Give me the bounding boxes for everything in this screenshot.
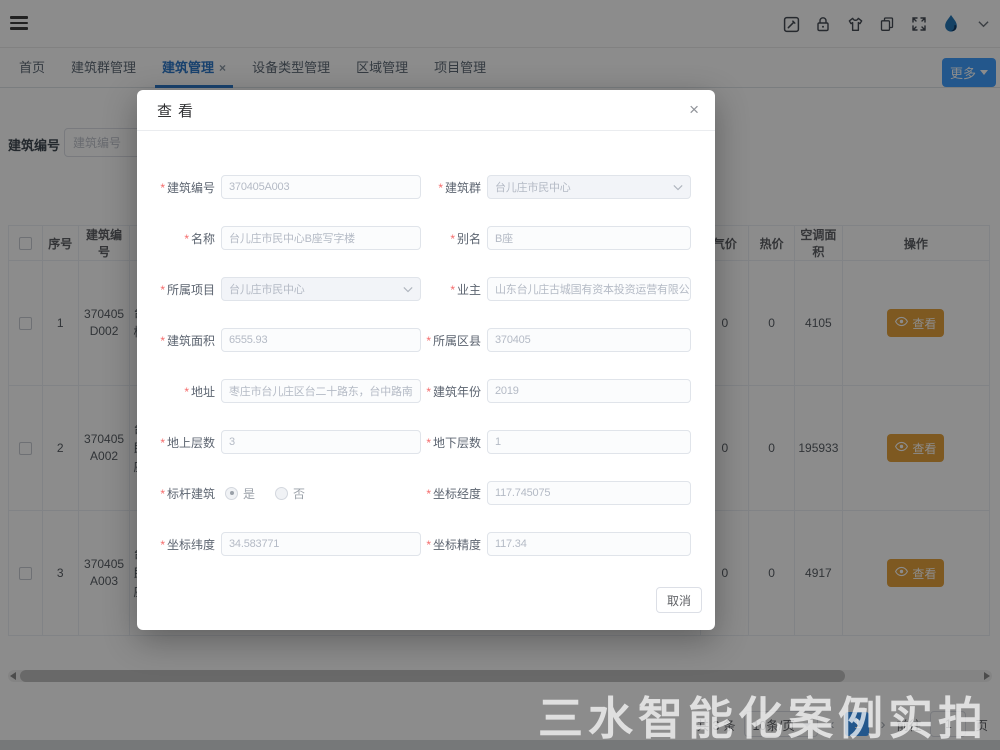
- radio-group: 是否: [225, 485, 305, 502]
- required-asterisk: *: [160, 538, 165, 552]
- field-value: 枣庄市台儿庄区台二十路东，台中路南: [229, 383, 413, 399]
- field-label: *所属区县: [423, 332, 481, 349]
- required-asterisk: *: [160, 334, 165, 348]
- field-input[interactable]: 370405: [487, 328, 691, 352]
- field-input[interactable]: 34.583771: [221, 532, 421, 556]
- field-input[interactable]: 117.745075: [487, 481, 691, 505]
- required-asterisk: *: [184, 232, 189, 246]
- field-value: 1: [495, 436, 501, 448]
- radio-unchecked-icon[interactable]: [275, 487, 288, 500]
- form-item: *建筑年份 2019: [423, 379, 699, 403]
- field-value: 370405: [495, 334, 531, 346]
- dialog-header: 查看: [137, 90, 715, 131]
- field-label: *地下层数: [423, 434, 481, 451]
- field-label: *名称: [151, 230, 215, 247]
- field-label: *业主: [423, 281, 481, 298]
- form-item: *坐标纬度 34.583771: [151, 532, 423, 556]
- watermark-text: 三水智能化案例实拍: [538, 682, 988, 747]
- dialog-title: 查看: [157, 100, 199, 121]
- radio-option[interactable]: 是: [225, 485, 255, 502]
- required-asterisk: *: [160, 181, 165, 195]
- field-input[interactable]: 枣庄市台儿庄区台二十路东，台中路南: [221, 379, 421, 403]
- dialog-form: *建筑编号370405A003*建筑群台儿庄市民中心*名称台儿庄市民中心B座写字…: [137, 131, 715, 583]
- field-label: *别名: [423, 230, 481, 247]
- field-value: 34.583771: [229, 538, 279, 550]
- radio-option-label: 否: [293, 485, 305, 502]
- dialog-footer: 取消: [656, 587, 702, 613]
- field-input[interactable]: 6555.93: [221, 328, 421, 352]
- field-label: *建筑面积: [151, 332, 215, 349]
- form-item: *坐标经度 117.745075: [423, 481, 699, 505]
- field-value: 山东台儿庄古城国有资本投资运营有限公司: [495, 281, 691, 297]
- field-label: *地址: [151, 383, 215, 400]
- form-item: *地上层数 3: [151, 430, 423, 454]
- radio-option[interactable]: 否: [275, 485, 305, 502]
- field-label: *建筑年份: [423, 383, 481, 400]
- required-asterisk: *: [160, 487, 165, 501]
- required-asterisk: *: [450, 232, 455, 246]
- required-asterisk: *: [184, 385, 189, 399]
- field-label: *所属项目: [151, 281, 215, 298]
- form-item: *名称台儿庄市民中心B座写字楼: [151, 226, 423, 250]
- required-asterisk: *: [450, 283, 455, 297]
- field-label: *建筑群: [423, 179, 481, 196]
- field-input[interactable]: 3: [221, 430, 421, 454]
- form-item: *建筑群台儿庄市民中心: [423, 175, 699, 199]
- field-label: *地上层数: [151, 434, 215, 451]
- form-item: *坐标精度 117.34: [423, 532, 699, 556]
- form-item: *标杆建筑是否: [151, 481, 423, 505]
- close-icon[interactable]: ×: [689, 100, 699, 120]
- form-item: *地下层数 1: [423, 430, 699, 454]
- form-item: *别名 B座: [423, 226, 699, 250]
- field-value: 117.745075: [495, 487, 550, 499]
- required-asterisk: *: [160, 436, 165, 450]
- field-input[interactable]: 2019: [487, 379, 691, 403]
- app-window: 首页建筑群管理建筑管理×设备类型管理区域管理项目管理 更多 建筑编号 序号 建筑…: [0, 0, 1000, 750]
- form-item: *建筑编号 370405A003: [151, 175, 423, 199]
- field-input[interactable]: B座: [487, 226, 691, 250]
- form-item: *业主山东台儿庄古城国有资本投资运营有限公司: [423, 277, 699, 301]
- field-value: 6555.93: [229, 334, 267, 346]
- required-asterisk: *: [426, 538, 431, 552]
- field-label: *标杆建筑: [151, 485, 215, 502]
- field-value: 117.34: [495, 538, 527, 550]
- field-select[interactable]: 台儿庄市民中心: [221, 277, 421, 301]
- radio-option-label: 是: [243, 485, 255, 502]
- required-asterisk: *: [160, 283, 165, 297]
- required-asterisk: *: [426, 487, 431, 501]
- required-asterisk: *: [426, 436, 431, 450]
- field-select[interactable]: 台儿庄市民中心: [487, 175, 691, 199]
- form-item: *所属区县 370405: [423, 328, 699, 352]
- field-value: 2019: [495, 385, 519, 397]
- view-dialog: 查看 × *建筑编号370405A003*建筑群台儿庄市民中心*名称台儿庄市民中…: [137, 90, 715, 630]
- field-input[interactable]: 1: [487, 430, 691, 454]
- field-value: 3: [229, 436, 235, 448]
- field-input[interactable]: 117.34: [487, 532, 691, 556]
- field-value: B座: [495, 230, 513, 246]
- form-item: *地址枣庄市台儿庄区台二十路东，台中路南: [151, 379, 423, 403]
- field-label: *坐标精度: [423, 536, 481, 553]
- form-item: *建筑面积 6555.93: [151, 328, 423, 352]
- field-value: 台儿庄市民中心B座写字楼: [229, 230, 355, 246]
- field-input[interactable]: 台儿庄市民中心B座写字楼: [221, 226, 421, 250]
- field-value: 台儿庄市民中心: [495, 179, 571, 195]
- cancel-button[interactable]: 取消: [656, 587, 702, 613]
- field-label: *坐标纬度: [151, 536, 215, 553]
- field-value: 台儿庄市民中心: [229, 281, 305, 297]
- required-asterisk: *: [438, 181, 443, 195]
- form-item: *所属项目台儿庄市民中心: [151, 277, 423, 301]
- field-value: 370405A003: [229, 181, 289, 193]
- radio-checked-icon[interactable]: [225, 487, 238, 500]
- field-label: *坐标经度: [423, 485, 481, 502]
- field-input[interactable]: 山东台儿庄古城国有资本投资运营有限公司: [487, 277, 691, 301]
- field-label: *建筑编号: [151, 179, 215, 196]
- required-asterisk: *: [426, 334, 431, 348]
- required-asterisk: *: [426, 385, 431, 399]
- field-input[interactable]: 370405A003: [221, 175, 421, 199]
